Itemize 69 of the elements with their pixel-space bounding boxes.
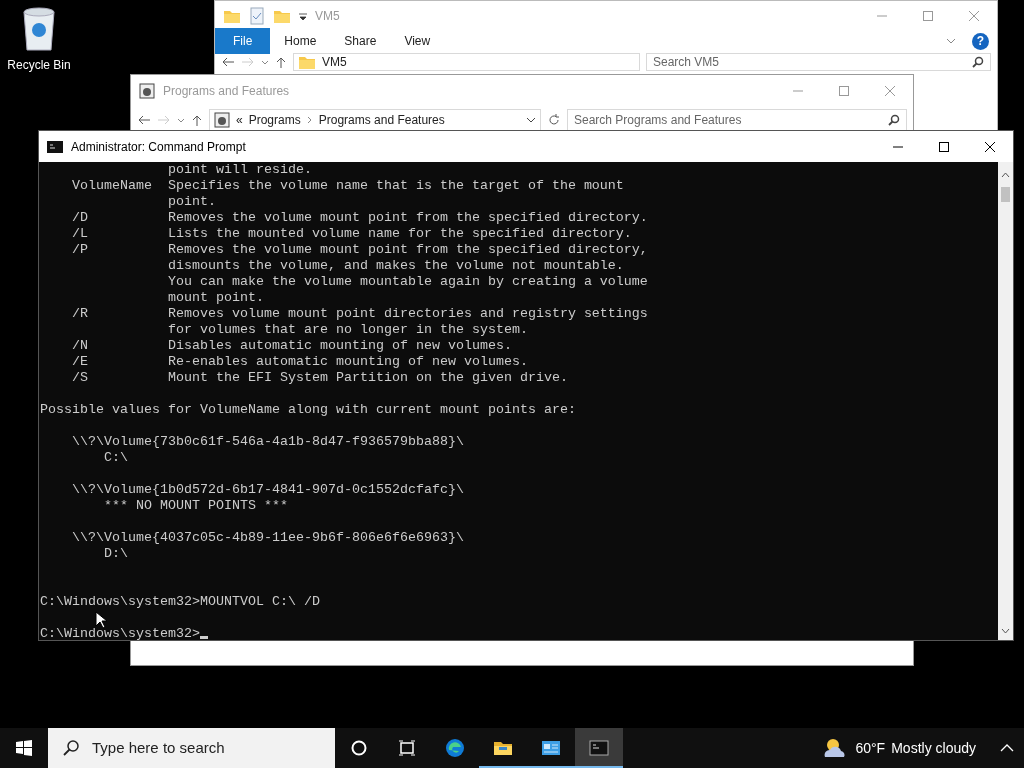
console-line: C:\Windows\system32>MOUNTVOL C:\ /D xyxy=(40,594,320,609)
window-title: Programs and Features xyxy=(163,82,290,100)
back-arrow-icon[interactable] xyxy=(221,56,235,68)
console-line: /R Removes volume mount point directories and registry settings xyxy=(71,306,648,321)
console-icon[interactable] xyxy=(47,140,63,153)
console-line: /E Re-enables automatic mounting of new volumes. xyxy=(71,354,528,369)
console-line: dismounts the volume, and makes the volume not mountable. xyxy=(166,258,624,273)
caret-icon[interactable] xyxy=(299,10,307,21)
up-arrow-icon[interactable] xyxy=(191,114,203,126)
console-line: Possible values for VolumeName along with current mount points are: xyxy=(40,402,576,417)
console-line: /P Removes the volume mount point from the specified directory, xyxy=(71,242,648,257)
breadcrumb-overflow[interactable]: « xyxy=(236,111,243,129)
console-line: mount point. xyxy=(166,290,264,305)
cortana-icon xyxy=(349,738,369,758)
up-arrow-icon[interactable] xyxy=(275,56,287,68)
console-line: /N Disables automatic mounting of new volumes. xyxy=(71,338,512,353)
desktop-icon-label[interactable]: Recycle Bin xyxy=(7,56,71,74)
ribbon-tab[interactable]: File xyxy=(215,28,271,54)
task-view-icon xyxy=(397,738,417,758)
search-icon[interactable] xyxy=(972,56,984,68)
console-line: /D Removes the volume mount point from the specified directory. xyxy=(71,210,648,225)
mouse-pointer-icon xyxy=(95,611,107,629)
window-title: Administrator: Command Prompt xyxy=(71,138,246,156)
search-placeholder: Type here to search xyxy=(92,737,225,758)
control-panel-icon[interactable] xyxy=(139,82,155,99)
ribbon-tab[interactable]: Share xyxy=(330,28,391,54)
console-line: You can make the volume mountable again by creating a volume xyxy=(166,274,648,289)
search-field[interactable]: Type here to search xyxy=(48,728,335,768)
taskbar-button[interactable] xyxy=(575,728,623,768)
breadcrumb-item[interactable]: VM5 xyxy=(322,53,347,71)
refresh-icon[interactable] xyxy=(547,113,561,127)
console-line: \\?\Volume{1b0d572d-6b17-4841-907d-0c1552dcfafc}\ xyxy=(71,482,464,497)
address-bar[interactable]: VM5 xyxy=(293,53,640,71)
console-line: for volumes that are no longer in the system. xyxy=(166,322,528,337)
breadcrumb-item[interactable]: Programs and Features xyxy=(318,111,445,129)
ribbon-tab[interactable]: View xyxy=(390,28,445,54)
search-placeholder: Search VM5 xyxy=(653,54,720,71)
console-line: *** NO MOUNT POINTS *** xyxy=(103,498,288,513)
console-line: D:\ xyxy=(103,546,128,563)
console-line: C:\ xyxy=(103,450,128,465)
scrollbar[interactable] xyxy=(998,162,1013,640)
chevron-up-icon[interactable] xyxy=(1000,743,1014,753)
breadcrumb-item[interactable]: Programs xyxy=(248,111,301,129)
console-line: /L Lists the mounted volume name for the specified directory. xyxy=(71,226,632,241)
console-icon xyxy=(589,738,609,758)
weather-condition[interactable]: Mostly cloudy xyxy=(891,737,976,759)
window-title: VM5 xyxy=(315,7,340,25)
scroll-thumb[interactable] xyxy=(1001,187,1010,202)
edge-icon xyxy=(445,738,465,758)
start-icon[interactable] xyxy=(16,740,32,756)
back-arrow-icon[interactable] xyxy=(137,114,151,126)
console-line: point will reside. xyxy=(166,162,312,177)
console-line: VolumeName Specifies the volume name that is the target of the mount xyxy=(71,178,624,193)
weather-temperature[interactable]: 60°F xyxy=(855,737,886,759)
search-icon xyxy=(62,739,80,757)
console-line: \\?\Volume{4037c05c-4b89-11ee-9b6f-806e6f6e6963}\ xyxy=(71,530,464,545)
chevron-right-icon xyxy=(306,116,313,124)
search-icon[interactable] xyxy=(888,114,900,126)
console-line: C:\Windows\system32> xyxy=(40,626,200,640)
control-panel-icon xyxy=(541,738,561,758)
control-panel-icon[interactable] xyxy=(214,112,230,128)
ribbon-tab[interactable]: Home xyxy=(270,28,331,54)
search-placeholder: Search Programs and Features xyxy=(574,112,742,129)
help-button[interactable]: ? xyxy=(972,32,989,50)
console-line: \\?\Volume{73b0c61f-546a-4a1b-8d47-f936579bba88}\ xyxy=(71,434,464,449)
search-field[interactable]: Search VM5 xyxy=(646,53,991,71)
console-line: point. xyxy=(166,194,216,209)
chevron-down-icon[interactable] xyxy=(526,116,536,124)
console-line: /S Mount the EFI System Partition on the given drive. xyxy=(71,370,568,385)
